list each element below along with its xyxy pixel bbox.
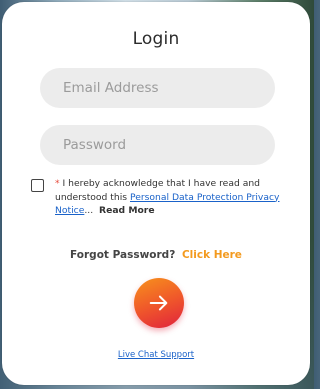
email-field[interactable] (40, 68, 275, 108)
consent-checkbox[interactable] (31, 179, 44, 192)
read-more-link[interactable]: Read More (99, 205, 155, 216)
arrow-right-icon (149, 295, 168, 311)
password-field[interactable] (40, 125, 275, 165)
forgot-password-label: Forgot Password? (70, 249, 176, 261)
live-chat-link[interactable]: Live Chat Support (118, 350, 194, 360)
consent-text: * I hereby acknowledge that I have read … (55, 177, 290, 218)
forgot-password-row: Forgot Password? Click Here (2, 249, 310, 261)
consent-ellipsis: ... (84, 205, 94, 216)
login-card: Login * I hereby acknowledge that I have… (2, 2, 310, 385)
forgot-password-link[interactable]: Click Here (182, 249, 242, 261)
page-title: Login (132, 29, 180, 49)
submit-button[interactable] (134, 278, 184, 328)
support-row: Live Chat Support (2, 350, 310, 360)
required-mark: * (55, 178, 60, 189)
